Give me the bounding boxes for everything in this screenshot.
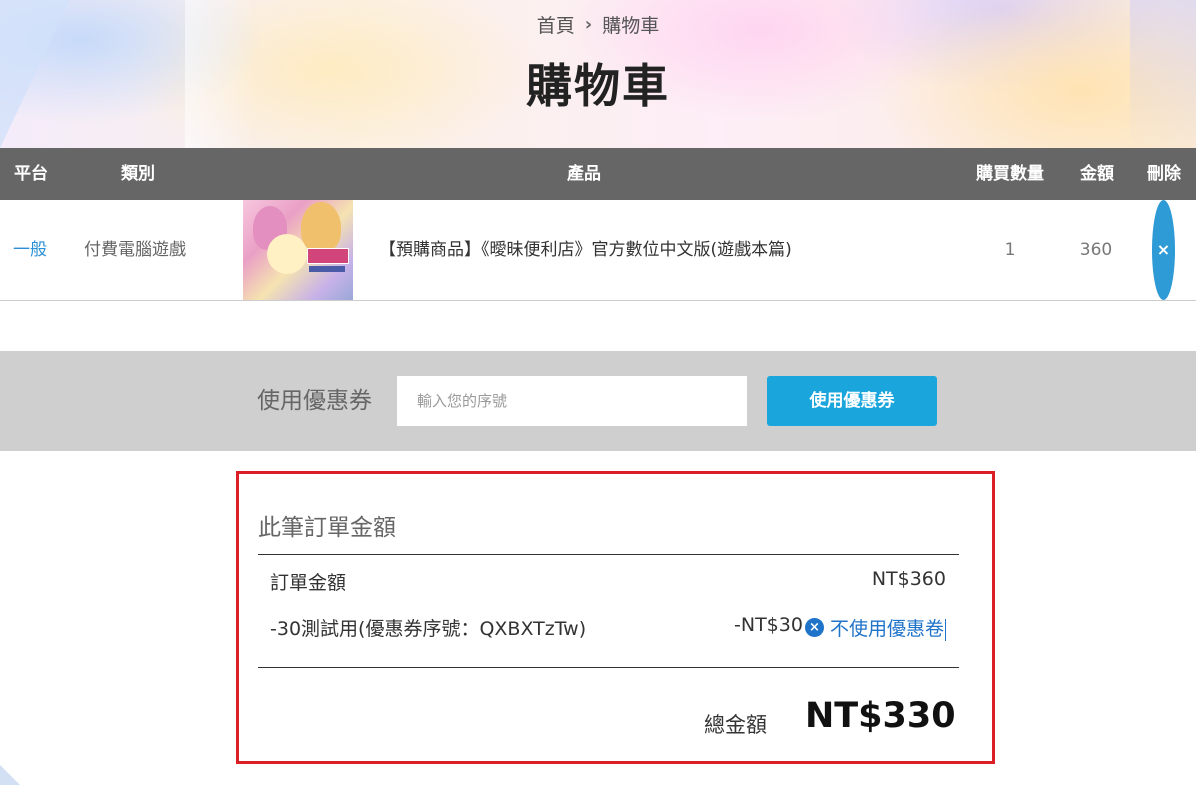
row-platform[interactable]: 一般 (13, 200, 47, 300)
total-value: NT$330 (805, 696, 956, 736)
column-header-quantity: 購買數量 (976, 164, 1044, 184)
row-product-name[interactable]: 【預購商品】《曖昧便利店》官方數位中文版(遊戲本篇) (379, 200, 792, 300)
summary-title: 此筆訂單金額 (258, 515, 396, 541)
remove-coupon-label: 不使用優惠卷 (830, 618, 945, 640)
times-circle-icon[interactable]: × (805, 618, 824, 637)
row-category: 付費電腦遊戲 (84, 240, 186, 260)
table-row: 一般 付費電腦遊戲 【預購商品】《曖昧便利店》官方數位中文版(遊戲本篇) 1 3… (0, 200, 1196, 301)
text-cursor (945, 618, 947, 641)
chevron-right-icon: › (584, 14, 593, 35)
coupon-label: 使用優惠券 (257, 388, 372, 414)
page-title: 購物車 (526, 59, 670, 113)
divider (258, 554, 959, 555)
hero-banner: 首頁 › 購物車 購物車 (0, 0, 1196, 148)
discount-label: -30測試用(優惠券序號：QXBXTzTw) (270, 618, 587, 640)
order-summary-panel: 此筆訂單金額 訂單金額 NT$360 -30測試用(優惠券序號：QXBXTzTw… (236, 471, 995, 764)
remove-coupon-link[interactable]: 不使用優惠卷 (830, 614, 947, 641)
breadcrumb-current: 購物車 (602, 15, 660, 37)
breadcrumb-home-link[interactable]: 首頁 (537, 11, 575, 38)
product-thumbnail[interactable] (243, 200, 353, 300)
order-amount-value: NT$360 (871, 568, 946, 590)
coupon-bar: 使用優惠券 使用優惠券 (0, 351, 1196, 451)
row-quantity: 1 (1004, 240, 1016, 260)
column-header-product: 產品 (567, 164, 601, 184)
coupon-code-input[interactable] (397, 376, 747, 426)
column-header-category: 類別 (121, 164, 155, 184)
breadcrumb: 首頁 › 購物車 (0, 11, 1196, 38)
total-label: 總金額 (704, 713, 767, 737)
cart-table-header: 平台 類別 產品 購買數量 金額 刪除 (0, 148, 1196, 200)
row-amount: 360 (1079, 240, 1113, 260)
times-circle-icon[interactable]: × (1152, 200, 1175, 300)
column-header-amount: 金額 (1080, 164, 1114, 184)
discount-value: -NT$30 (734, 614, 803, 636)
apply-coupon-button[interactable]: 使用優惠券 (767, 376, 937, 426)
column-header-delete: 刪除 (1147, 164, 1181, 184)
background-decoration (0, 765, 20, 785)
divider (258, 667, 959, 668)
column-header-platform: 平台 (14, 164, 48, 184)
order-amount-label: 訂單金額 (270, 572, 347, 594)
